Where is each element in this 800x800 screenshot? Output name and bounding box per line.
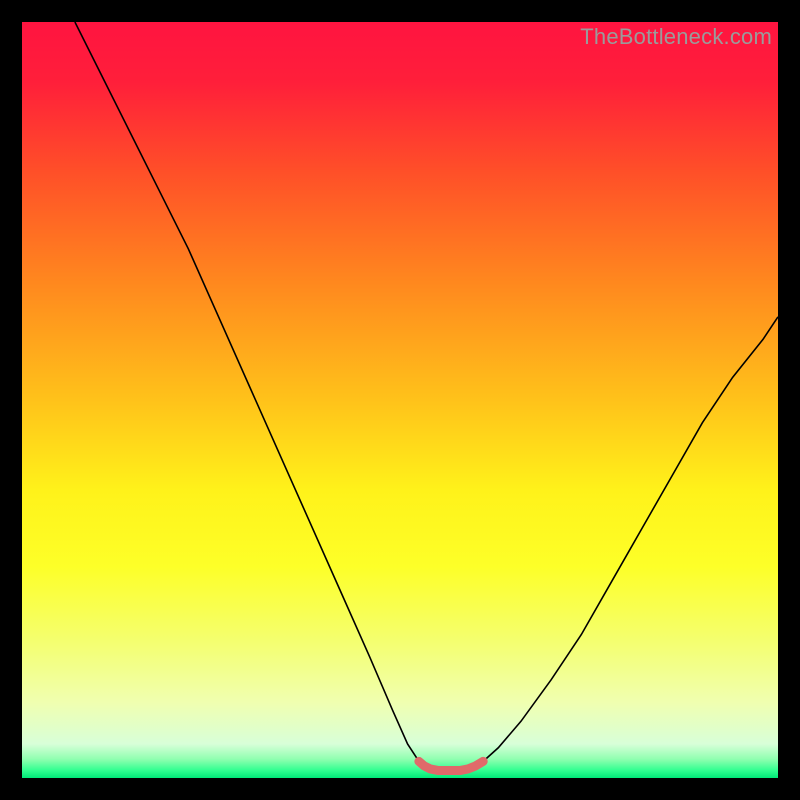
chart-frame: TheBottleneck.com <box>22 22 778 778</box>
gradient-background <box>22 22 778 778</box>
watermark-text: TheBottleneck.com <box>580 24 772 50</box>
bottleneck-chart <box>22 22 778 778</box>
